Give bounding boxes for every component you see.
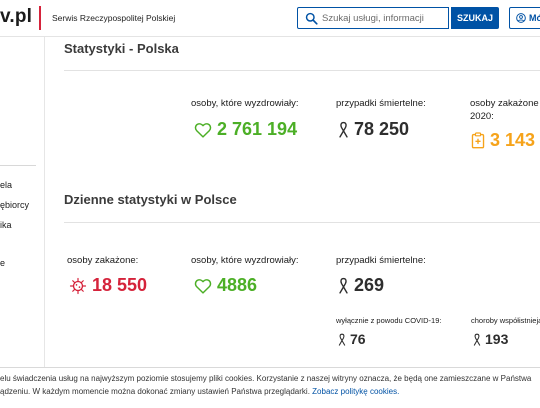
covid-only-stat: 76 xyxy=(337,331,366,347)
logo-divider xyxy=(39,6,41,30)
clipboard-icon xyxy=(471,132,485,149)
daily-recovered-value: 4886 xyxy=(217,275,258,295)
sidebar-item-przedsiebiorcy[interactable]: ębiorcy xyxy=(0,200,29,210)
ribbon-icon xyxy=(338,333,346,346)
left-sidebar: ela ębiorcy ika e xyxy=(0,37,44,367)
account-button[interactable]: Mó xyxy=(509,7,540,29)
covid-only-label: wyłącznie z powodu COVID-19: xyxy=(336,316,442,325)
daily-infected-label: osoby zakażone: xyxy=(67,255,139,266)
total-deaths-stat: 78 250 xyxy=(337,119,409,140)
sidebar-item-obywatela[interactable]: ela xyxy=(0,180,12,190)
ribbon-icon xyxy=(473,333,481,346)
top-header: v.pl Serwis Rzeczypospolitej Polskiej SZ… xyxy=(0,0,540,37)
comorbid-stat: 193 xyxy=(472,331,508,347)
virus-icon xyxy=(69,277,87,294)
search-input[interactable] xyxy=(322,8,446,28)
section-divider xyxy=(64,222,540,223)
main-content: Statystyki - Polska osoby, które wyzdrow… xyxy=(44,37,540,367)
covid-only-value: 76 xyxy=(350,331,366,347)
daily-infected-value: 18 550 xyxy=(92,275,148,295)
sidebar-item-more[interactable]: e xyxy=(0,258,5,268)
cookie-text-line2: ądzeniu. W każdym momencie można dokonać… xyxy=(0,387,399,396)
comorbid-value: 193 xyxy=(485,331,509,347)
account-label: Mó xyxy=(529,13,540,23)
total-infected-label: osoby zakażone ( xyxy=(470,98,540,109)
cookie-text: ądzeniu. W każdym momencie można dokonać… xyxy=(0,387,313,396)
search-box xyxy=(297,7,449,29)
total-recovered-stat: 2 761 194 xyxy=(194,119,297,140)
total-recovered-value: 2 761 194 xyxy=(217,119,298,139)
daily-deaths-label: przypadki śmiertelne: xyxy=(336,255,426,266)
ribbon-icon xyxy=(339,121,348,138)
daily-infected-stat: 18 550 xyxy=(69,275,147,296)
section-divider xyxy=(64,70,540,71)
search-icon xyxy=(305,12,318,25)
daily-deaths-value: 269 xyxy=(354,275,385,295)
cookie-text-line1: elu świadczenia usług na najwyższym pozi… xyxy=(0,374,532,383)
daily-deaths-stat: 269 xyxy=(337,275,384,296)
search-button[interactable]: SZUKAJ xyxy=(451,7,499,29)
site-logo[interactable]: v.pl xyxy=(0,6,32,28)
service-name: Serwis Rzeczypospolitej Polskiej xyxy=(52,13,176,23)
heart-icon xyxy=(194,278,212,294)
section-title-daily: Dzienne statystyki w Polsce xyxy=(64,192,237,207)
cookie-policy-link[interactable]: Zobacz politykę cookies. xyxy=(312,387,399,396)
ribbon-icon xyxy=(339,277,348,294)
total-infected-value: 3 143 xyxy=(490,130,536,150)
comorbid-label: choroby współistniejąc xyxy=(471,316,540,325)
daily-recovered-label: osoby, które wyzdrowiały: xyxy=(191,255,299,266)
daily-recovered-stat: 4886 xyxy=(194,275,257,296)
sidebar-divider xyxy=(0,165,36,166)
total-infected-stat: 3 143 xyxy=(471,130,535,151)
cookie-banner: elu świadczenia usług na najwyższym pozi… xyxy=(0,367,540,408)
total-recovered-label: osoby, które wyzdrowiały: xyxy=(191,98,299,109)
sidebar-item-urzednika[interactable]: ika xyxy=(0,220,12,230)
user-icon xyxy=(516,13,526,23)
total-deaths-label: przypadki śmiertelne: xyxy=(336,98,426,109)
section-title-total: Statystyki - Polska xyxy=(64,41,179,56)
heart-icon xyxy=(194,122,212,138)
total-deaths-value: 78 250 xyxy=(354,119,410,139)
total-infected-label-year: 2020: xyxy=(470,111,494,122)
